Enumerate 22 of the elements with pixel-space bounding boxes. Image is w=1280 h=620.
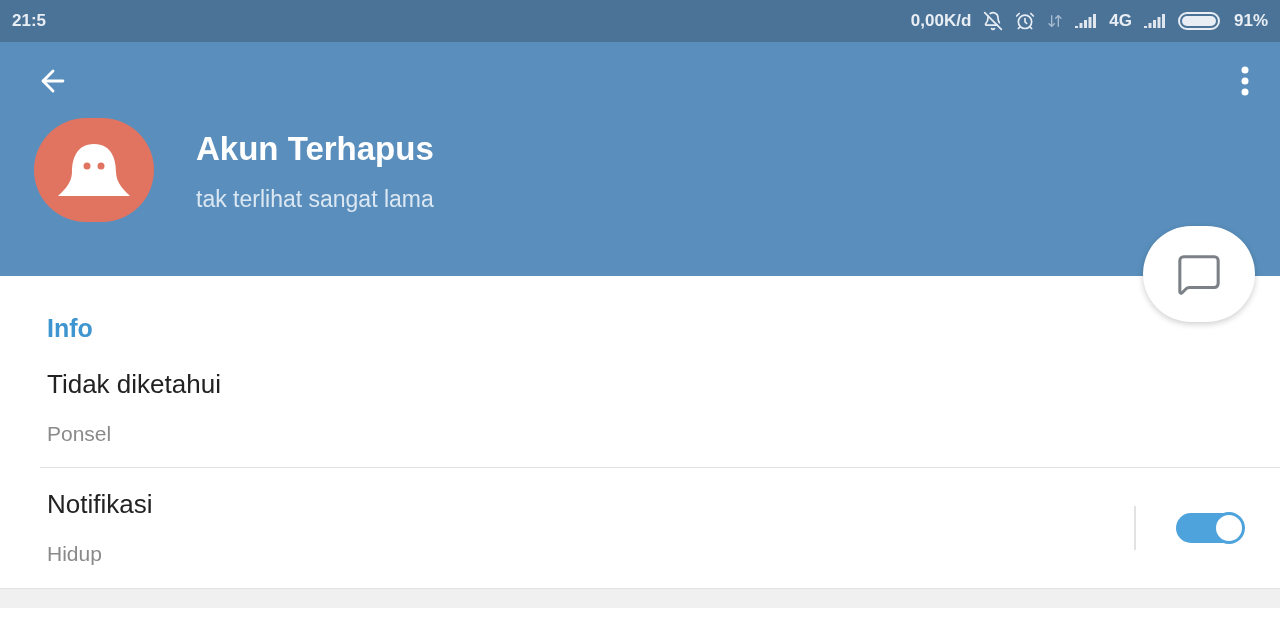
row-subtitle: Ponsel: [47, 420, 113, 447]
row-title: Tidak diketahui: [47, 367, 221, 401]
data-arrows-icon: [1047, 13, 1064, 29]
profile-name: Akun Terhapus: [196, 129, 434, 169]
info-row[interactable]: Tidak diketahui Ponsel: [40, 347, 1280, 468]
message-button[interactable]: [1143, 226, 1255, 322]
more-icon: [1241, 66, 1249, 96]
notification-switch[interactable]: [1176, 512, 1244, 543]
signal-icon: [1143, 14, 1166, 28]
muted-bell-icon: [983, 11, 1004, 31]
row-title: Notifikasi: [47, 488, 153, 522]
network-speed: 0,00K/d: [910, 10, 972, 33]
info-row[interactable]: Notifikasi Hidup: [0, 467, 1280, 588]
alarm-icon: [1015, 11, 1036, 31]
section-heading: Info: [46, 313, 94, 344]
status-time: 21:5: [12, 10, 47, 33]
battery-level: 91%: [1233, 10, 1268, 33]
row-subtitle: Hidup: [47, 541, 103, 568]
last-seen: tak terlihat sangat lama: [196, 184, 434, 214]
network-type: 4G: [1109, 10, 1132, 33]
signal-icon: [1075, 14, 1098, 28]
battery-icon: [1177, 12, 1222, 30]
